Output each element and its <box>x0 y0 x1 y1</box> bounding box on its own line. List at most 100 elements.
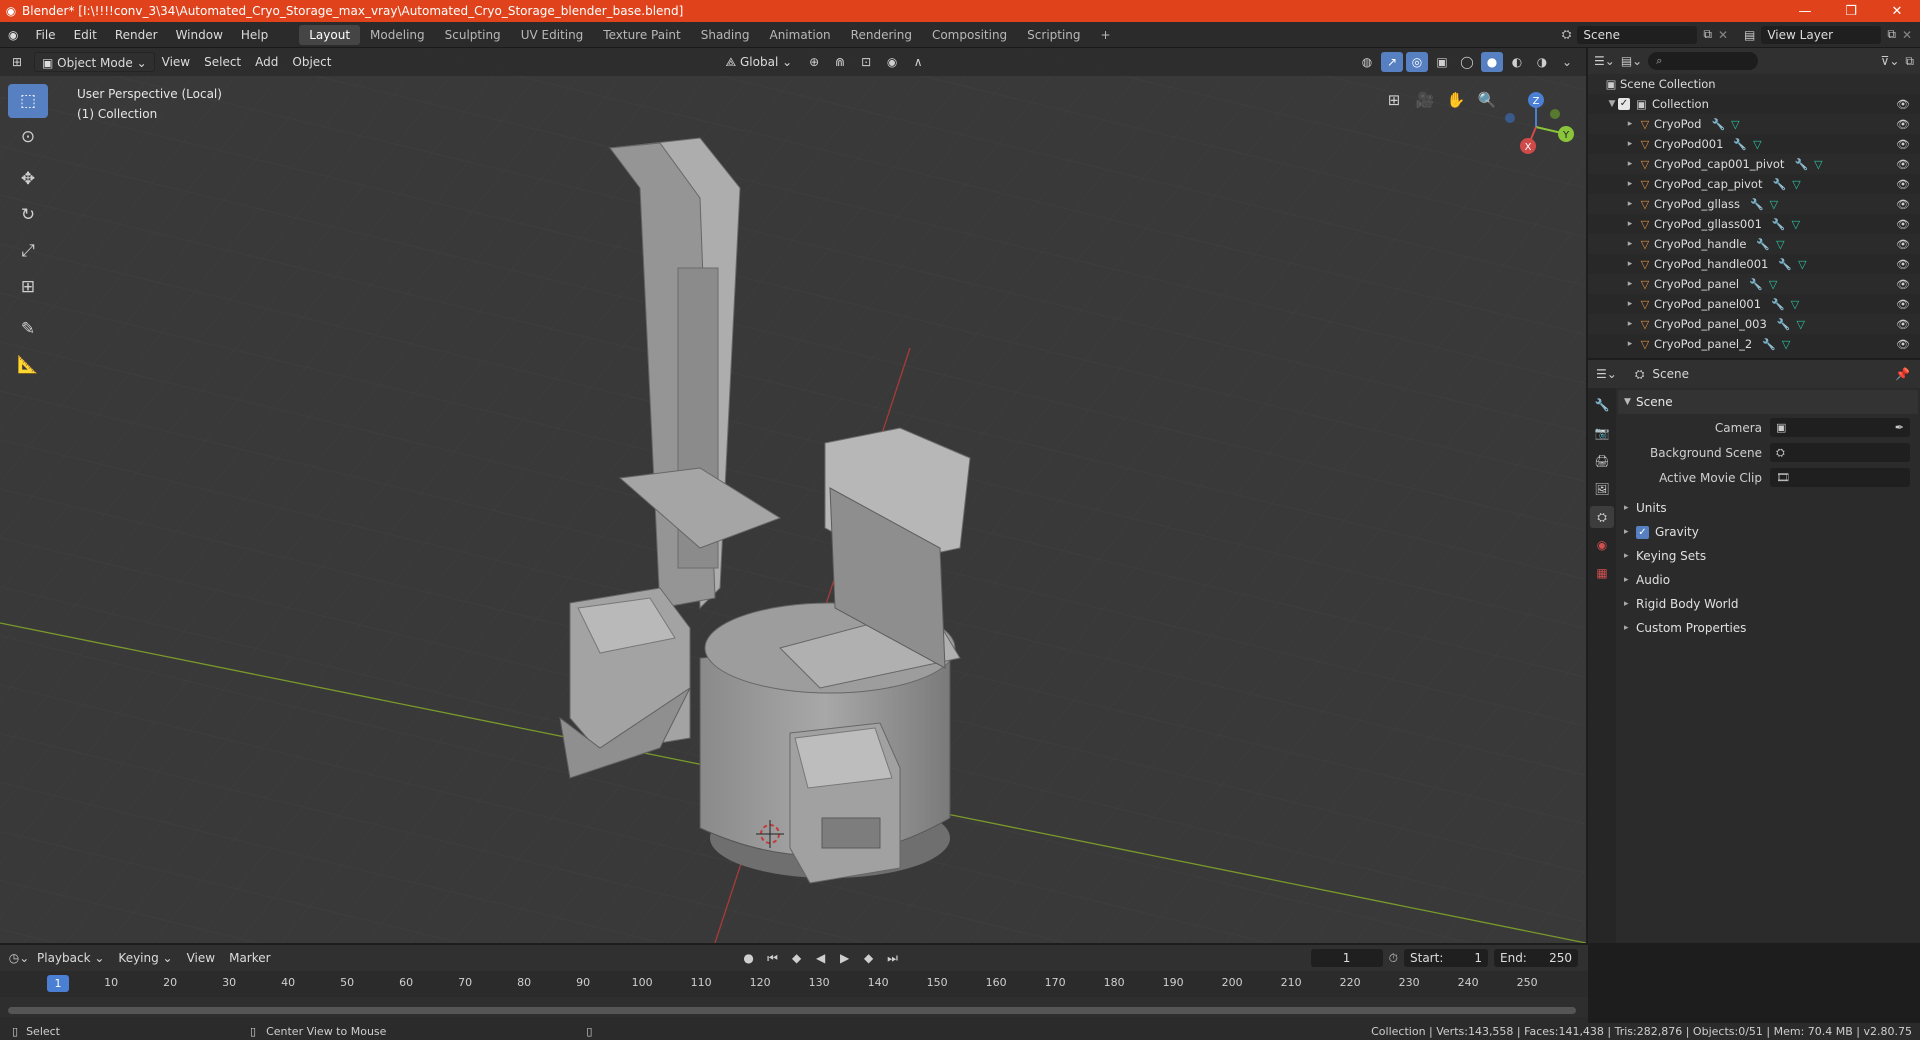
menu-view[interactable]: View <box>155 52 197 72</box>
maximize-button[interactable]: ❐ <box>1828 0 1874 22</box>
pin-icon[interactable]: 📌 <box>1895 367 1910 381</box>
delete-view-layer-icon[interactable]: ✕ <box>1902 28 1912 42</box>
timeline-scrollbar[interactable] <box>8 1007 1576 1014</box>
expand-arrow-icon[interactable]: ▸ <box>1624 259 1636 269</box>
jump-end-icon[interactable]: ⏭ <box>882 948 904 968</box>
menu-file[interactable]: File <box>26 22 64 48</box>
delete-scene-icon[interactable]: ✕ <box>1718 28 1728 42</box>
expand-arrow-icon[interactable]: ▸ <box>1624 299 1636 309</box>
xray-toggle-icon[interactable]: ▣ <box>1431 52 1453 72</box>
eye-icon[interactable]: 👁 <box>1896 298 1910 311</box>
active-movie-clip-field[interactable]: 🎞 <box>1770 468 1910 487</box>
display-mode-icon[interactable]: ▤⌄ <box>1621 54 1642 68</box>
move-tool-icon[interactable]: ✥ <box>8 162 48 196</box>
outliner-row-object[interactable]: ▸ ▽ CryoPod_gllass 🔧 ▽ 👁 <box>1588 194 1920 214</box>
scene-panel-header[interactable]: ▼ Scene <box>1618 390 1918 414</box>
gravity-panel[interactable]: ▸ ✓ Gravity <box>1618 520 1918 544</box>
eye-icon[interactable]: 👁 <box>1896 178 1910 191</box>
transform-tool-icon[interactable]: ⊞ <box>8 270 48 304</box>
scene-properties-tab-icon[interactable]: ⛭ <box>1590 506 1614 528</box>
expand-arrow-icon[interactable]: ▼ <box>1606 99 1618 109</box>
proportional-edit-icon[interactable]: ◉ <box>881 52 903 72</box>
mode-dropdown[interactable]: ▣ Object Mode ⌄ <box>34 52 155 72</box>
tab-modeling[interactable]: Modeling <box>360 25 435 45</box>
tab-compositing[interactable]: Compositing <box>922 25 1017 45</box>
outliner-row-scene-collection[interactable]: ▣ Scene Collection <box>1588 74 1920 94</box>
outliner-row-object[interactable]: ▸ ▽ CryoPod_panel_003 🔧 ▽ 👁 <box>1588 314 1920 334</box>
expand-arrow-icon[interactable]: ▸ <box>1624 179 1636 189</box>
current-frame-marker[interactable]: 1 <box>47 975 69 992</box>
snap-icon[interactable]: ⋒ <box>829 52 851 72</box>
tab-sculpting[interactable]: Sculpting <box>435 25 511 45</box>
play-icon[interactable]: ▶ <box>834 948 856 968</box>
new-collection-icon[interactable]: ⧉ <box>1905 54 1914 69</box>
menu-select[interactable]: Select <box>197 52 248 72</box>
gizmo-toggle-icon[interactable]: ↗ <box>1381 52 1403 72</box>
gravity-checkbox[interactable]: ✓ <box>1636 525 1649 539</box>
collection-checkbox[interactable]: ✓ <box>1618 98 1630 110</box>
eyedropper-icon[interactable]: ✒ <box>1895 421 1904 434</box>
menu-render[interactable]: Render <box>106 22 167 48</box>
tab-animation[interactable]: Animation <box>759 25 840 45</box>
audio-panel[interactable]: ▸ Audio <box>1618 568 1918 592</box>
scene-icon[interactable]: ⛭ <box>1562 27 1572 42</box>
minimize-button[interactable]: — <box>1782 0 1828 22</box>
material-shading-icon[interactable]: ◐ <box>1506 52 1528 72</box>
outliner-row-object[interactable]: ▸ ▽ CryoPod_cap_pivot 🔧 ▽ 👁 <box>1588 174 1920 194</box>
outliner-row-object[interactable]: ▸ ▽ CryoPod_panel001 🔧 ▽ 👁 <box>1588 294 1920 314</box>
cursor-tool-icon[interactable]: ⊙ <box>8 120 48 154</box>
rendered-shading-icon[interactable]: ◑ <box>1531 52 1553 72</box>
filter-icon[interactable]: ⊽⌄ <box>1881 54 1900 68</box>
expand-arrow-icon[interactable]: ▸ <box>1624 199 1636 209</box>
menu-playback[interactable]: Playback ⌄ <box>30 948 111 968</box>
current-frame-field[interactable]: 1 <box>1310 949 1383 967</box>
menu-keying[interactable]: Keying ⌄ <box>111 948 179 968</box>
outliner-row-object[interactable]: ▸ ▽ CryoPod 🔧 ▽ 👁 <box>1588 114 1920 134</box>
eye-icon[interactable]: 👁 <box>1896 198 1910 211</box>
menu-timeline-view[interactable]: View <box>180 948 222 968</box>
custom-properties-panel[interactable]: ▸ Custom Properties <box>1618 616 1918 640</box>
expand-arrow-icon[interactable]: ▸ <box>1624 139 1636 149</box>
pivot-point-icon[interactable]: ⊕ <box>803 52 825 72</box>
transform-orientation-dropdown[interactable]: ⟁ Global ⌄ <box>718 52 799 72</box>
texture-properties-tab-icon[interactable]: ▦ <box>1590 562 1614 584</box>
editor-type-icon[interactable]: ⊞ <box>6 52 28 72</box>
stopwatch-icon[interactable]: ⏱ <box>1389 951 1398 966</box>
outliner-row-object[interactable]: ▸ ▽ CryoPod_panel 🔧 ▽ 👁 <box>1588 274 1920 294</box>
add-workspace-button[interactable]: + <box>1091 25 1121 45</box>
new-view-layer-icon[interactable]: ⧉ <box>1887 27 1896 42</box>
view-layer-selector[interactable]: View Layer <box>1761 25 1882 44</box>
eye-icon[interactable]: 👁 <box>1896 258 1910 271</box>
end-frame-field[interactable]: End: 250 <box>1494 949 1578 967</box>
snap-target-icon[interactable]: ⊡ <box>855 52 877 72</box>
outliner-row-object[interactable]: ▸ ▽ CryoPod_handle 🔧 ▽ 👁 <box>1588 234 1920 254</box>
scene-selector[interactable]: Scene <box>1577 25 1698 44</box>
measure-tool-icon[interactable]: 📐 <box>8 348 48 382</box>
menu-help[interactable]: Help <box>232 22 277 48</box>
tab-rendering[interactable]: Rendering <box>841 25 922 45</box>
expand-arrow-icon[interactable]: ▸ <box>1624 319 1636 329</box>
world-properties-tab-icon[interactable]: ◉ <box>1590 534 1614 556</box>
expand-arrow-icon[interactable]: ▸ <box>1624 219 1636 229</box>
rotate-tool-icon[interactable]: ↻ <box>8 198 48 232</box>
expand-arrow-icon[interactable]: ▸ <box>1624 119 1636 129</box>
falloff-icon[interactable]: ∧ <box>907 52 929 72</box>
eye-icon[interactable]: 👁 <box>1896 338 1910 351</box>
outliner-search-input[interactable]: ⌕ <box>1648 52 1759 70</box>
eye-icon[interactable]: 👁 <box>1896 318 1910 331</box>
expand-arrow-icon[interactable]: ▸ <box>1624 279 1636 289</box>
shading-options-icon[interactable]: ⌄ <box>1556 52 1578 72</box>
zoom-view-icon[interactable]: 🔍 <box>1473 86 1501 114</box>
visibility-icon[interactable]: ◍ <box>1356 52 1378 72</box>
tab-texture-paint[interactable]: Texture Paint <box>593 25 690 45</box>
outliner-row-object[interactable]: ▸ ▽ CryoPod001 🔧 ▽ 👁 <box>1588 134 1920 154</box>
tool-properties-tab-icon[interactable]: 🔧 <box>1590 394 1614 416</box>
pan-view-icon[interactable]: ✋ <box>1442 86 1470 114</box>
outliner-row-object[interactable]: ▸ ▽ CryoPod_panel_2 🔧 ▽ 👁 <box>1588 334 1920 354</box>
eye-icon[interactable]: 👁 <box>1896 118 1910 131</box>
outliner-row-collection[interactable]: ▼ ✓ ▣ Collection 👁 <box>1588 94 1920 114</box>
menu-window[interactable]: Window <box>167 22 232 48</box>
output-properties-tab-icon[interactable]: 🖨 <box>1590 450 1614 472</box>
background-scene-field[interactable]: ⛭ <box>1770 443 1910 462</box>
jump-keyframe-forward-icon[interactable]: ◆ <box>858 948 880 968</box>
